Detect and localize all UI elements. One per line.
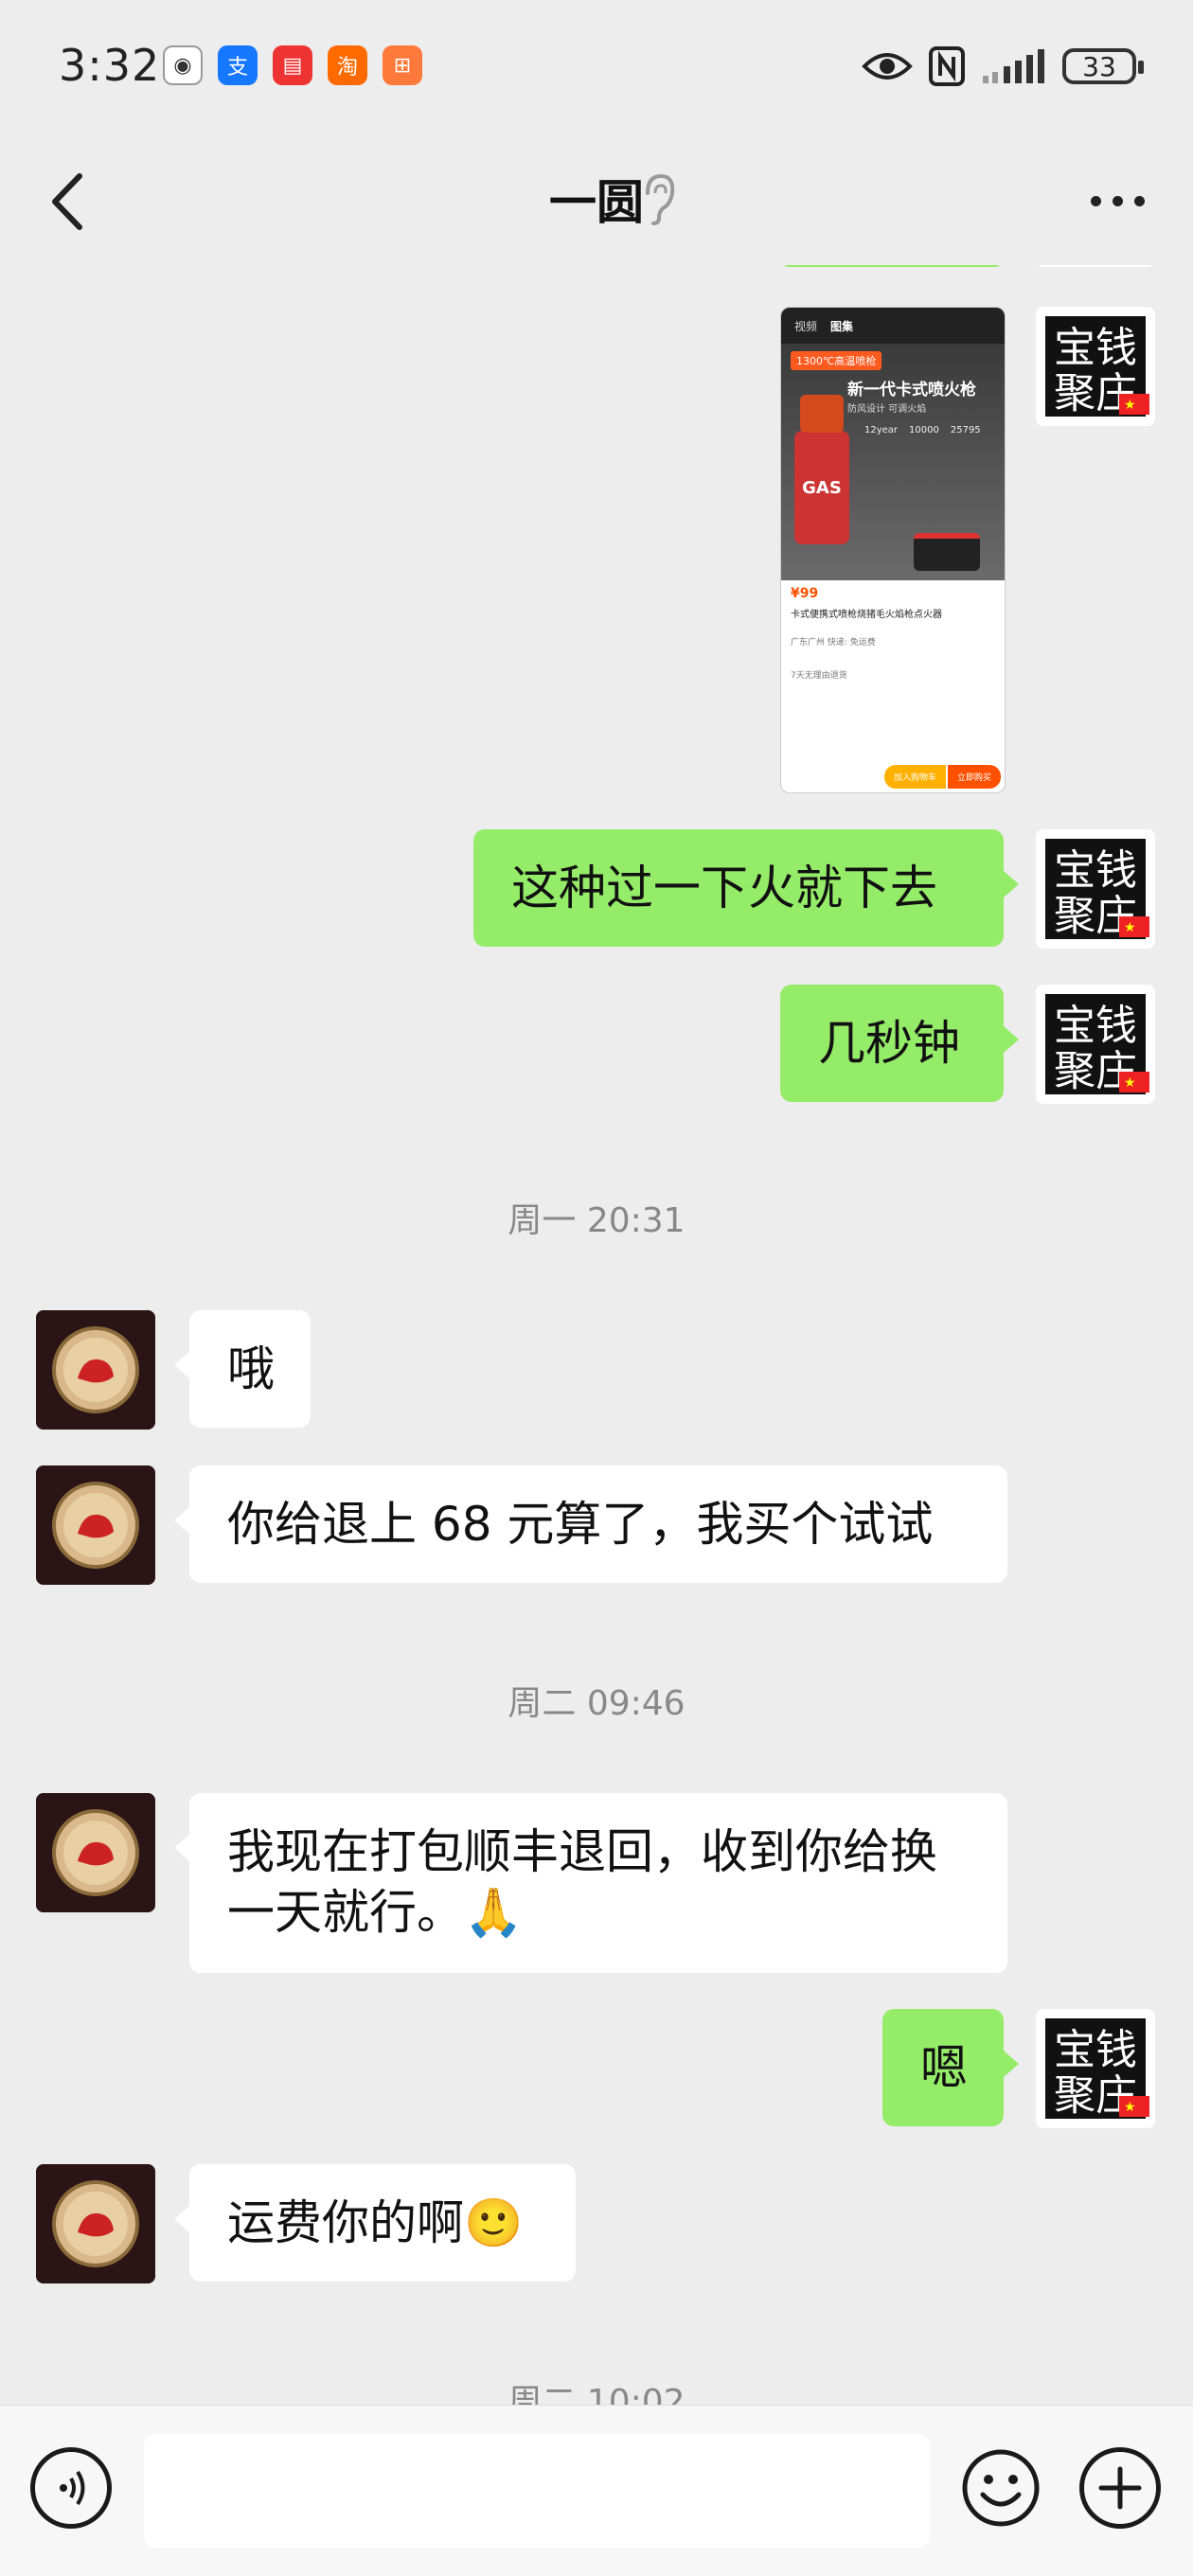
news-app-icon: ▤ (273, 45, 312, 85)
battery-level: 33 (1082, 50, 1116, 82)
coin-avatar-icon (36, 1793, 155, 1912)
smile-emoji-icon: 🙂 (464, 2195, 524, 2250)
more-options-icon[interactable] (1083, 182, 1151, 220)
previous-bubble-fragment (780, 265, 1004, 267)
svg-text:宝钱: 宝钱 (1054, 2026, 1137, 2074)
gas-can: GAS (794, 431, 849, 544)
my-avatar[interactable]: 宝钱 聚庄 ★ (1036, 985, 1155, 1104)
product-actions: 加入购物车 立即购买 (781, 760, 1005, 792)
timestamp: 周二 09:46 (507, 1684, 686, 1723)
message-text: 我现在打包顺丰退回，收到你给换一天就行。 (227, 1824, 937, 1940)
contact-avatar[interactable] (36, 1793, 155, 1912)
timestamp: 周二 10:02 (507, 2383, 686, 2405)
stat-2: 10000 (909, 425, 939, 435)
my-avatar[interactable]: 宝钱 聚庄 ★ (1036, 307, 1155, 426)
voice-input-button[interactable] (30, 2447, 112, 2529)
previous-avatar-fragment (1036, 265, 1155, 267)
svg-text:宝钱: 宝钱 (1054, 324, 1137, 372)
message-bubble-sent[interactable]: 这种过一下火就下去 (473, 829, 1019, 947)
message-bubble-received[interactable]: 运费你的啊🙂 (174, 2164, 576, 2282)
torch-tool (914, 533, 980, 571)
nfc-square-icon: ◉ (163, 45, 203, 85)
message-input[interactable] (144, 2434, 930, 2548)
stat-3: 25795 (950, 425, 981, 435)
taobao-icon: 淘 (328, 45, 367, 85)
svg-text:★: ★ (1124, 398, 1136, 413)
product-title: 卡式便携式喷枪烧猪毛火焰枪点火器 (791, 610, 942, 620)
product-price: ¥99 (791, 586, 819, 601)
product-guarantee: 7天无理由退货 (791, 671, 847, 681)
message-bubble-received[interactable]: 你给退上 68 元算了，我买个试试 (174, 1466, 1007, 1583)
svg-text:★: ★ (1124, 2100, 1136, 2115)
seal-logo-icon: 宝钱聚庄★ (1040, 2013, 1151, 2124)
chat-messages[interactable]: 视频 图集 1300℃高温喷枪 新一代卡式喷火枪 防风设计 可调火焰 GAS 1… (0, 265, 1193, 2405)
chat-title: 一圆 (549, 175, 644, 230)
plus-icon (1098, 2466, 1142, 2510)
product-header: 视频 图集 (781, 308, 1005, 344)
status-right: 33 (862, 45, 1144, 87)
product-badge: 1300℃高温喷枪 (791, 351, 882, 370)
coin-avatar-icon (36, 2164, 155, 2283)
message-bubble-sent[interactable]: 几秒钟 (780, 985, 1019, 1102)
message-bubble-received[interactable]: 我现在打包顺丰退回，收到你给换一天就行。🙏 (174, 1793, 1007, 1973)
status-bar: 3:32 ◉ 支 ▤ 淘 ⊞ 33 (0, 0, 1193, 133)
status-time: 3:32 (59, 40, 161, 91)
nfc-icon (929, 46, 965, 86)
my-avatar[interactable]: 宝钱 聚庄 ★ (1036, 829, 1155, 949)
more-functions-button[interactable] (1079, 2447, 1161, 2529)
message-bubble-received[interactable]: 哦 (174, 1310, 311, 1428)
contact-avatar[interactable] (36, 2164, 155, 2283)
product-shipping: 广东广州 快递: 免运费 (791, 638, 876, 648)
message-text: 运费你的啊 (227, 2195, 464, 2250)
input-bar (0, 2405, 1193, 2576)
voice-icon (60, 2470, 85, 2506)
earpiece-mode-icon (646, 173, 675, 225)
product-photo: 1300℃高温喷枪 新一代卡式喷火枪 防风设计 可调火焰 GAS 12year … (781, 344, 1005, 580)
product-stats: 12year 10000 25795 (864, 425, 981, 435)
svg-text:★: ★ (1124, 920, 1136, 935)
product-screenshot-image[interactable]: 视频 图集 1300℃高温喷枪 新一代卡式喷火枪 防风设计 可调火焰 GAS 1… (780, 307, 1006, 793)
message-bubble-sent[interactable]: 嗯 (882, 2009, 1019, 2126)
coin-avatar-icon (36, 1310, 155, 1430)
emoji-button-icon[interactable] (960, 2447, 1042, 2529)
svg-text:宝钱: 宝钱 (1054, 846, 1137, 895)
add-to-cart-button[interactable]: 加入购物车 (883, 764, 946, 789)
svg-text:★: ★ (1124, 1075, 1136, 1091)
product-headline: 新一代卡式喷火枪 (847, 381, 976, 400)
signal-icon (983, 49, 1044, 83)
seal-logo-icon: 宝钱聚庄★ (1040, 311, 1151, 422)
stat-1: 12year (864, 425, 899, 435)
app-icon: ⊞ (383, 45, 422, 85)
svg-text:宝钱: 宝钱 (1054, 1002, 1137, 1050)
contact-avatar[interactable] (36, 1310, 155, 1430)
product-tab-gallery: 图集 (830, 319, 854, 333)
chat-header: 一圆 (0, 133, 1193, 265)
seal-logo-icon: 宝钱聚庄★ (1040, 833, 1151, 945)
alipay-icon: 支 (218, 45, 258, 85)
product-info: ¥99 卡式便携式喷枪烧猪毛火焰枪点火器 广东广州 快递: 免运费 7天无理由退… (781, 580, 1005, 686)
product-subline: 防风设计 可调火焰 (847, 404, 927, 415)
contact-avatar[interactable] (36, 1466, 155, 1585)
timestamp: 周一 20:31 (507, 1201, 686, 1240)
pray-emoji-icon: 🙏 (464, 1885, 524, 1940)
seal-logo-icon: 宝钱聚庄★ (1040, 988, 1151, 1100)
product-tab-video: 视频 (794, 319, 818, 333)
my-avatar[interactable]: 宝钱 聚庄 ★ (1036, 2009, 1155, 2128)
torch-head (800, 395, 844, 433)
coin-avatar-icon (36, 1466, 155, 1585)
battery-icon: 33 (1062, 48, 1144, 84)
buy-now-button[interactable]: 立即购买 (947, 764, 1001, 789)
eye-icon (862, 53, 913, 80)
